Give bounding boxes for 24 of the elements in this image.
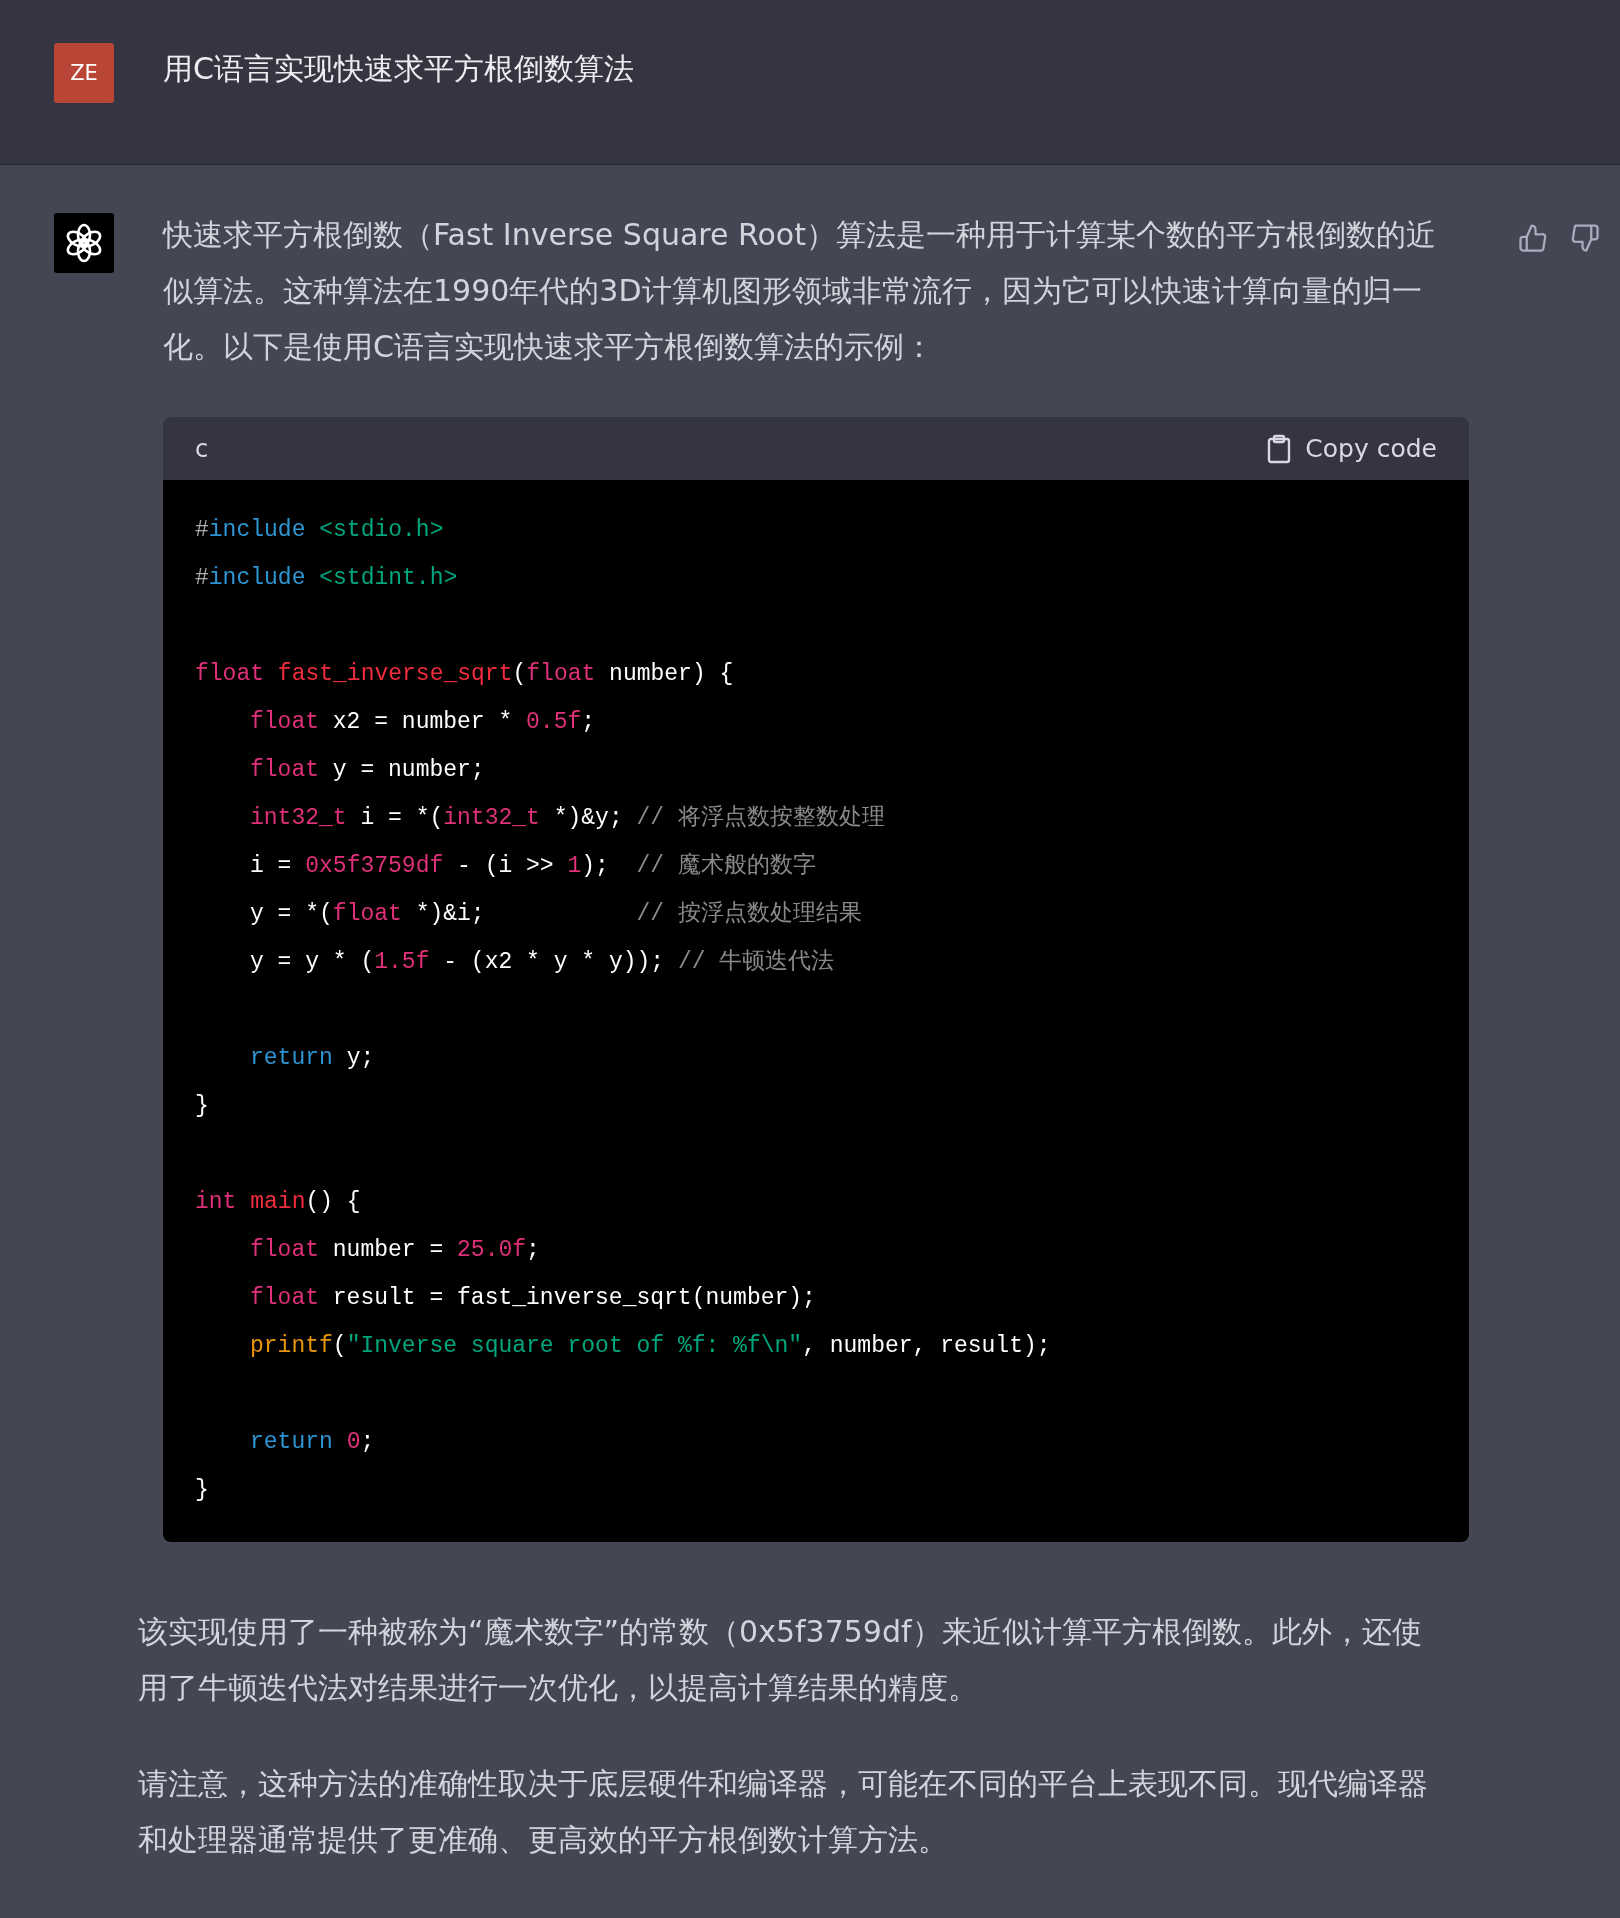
thumbs-down-icon[interactable] [1570,223,1600,253]
answer-paragraph: 请注意，这种方法的准确性取决于底层硬件和编译器，可能在不同的平台上表现不同。现代编译器和处理器通常提供了更准确、更高效的平方根倒数计算方法。 [138,1765,1429,1859]
code-line: float y = number; [250,756,486,785]
answer-paragraph: 快速求平方根倒数（Fast Inverse Square Root）算法是一种用于计算某个数的平方根倒数的近似算法。这种算法在1990年代的3D计算机图形领域非常流行，因为它可以快速计算向量的归一化。以下是使用C语言实现快速求平方根倒数算法的示例： [163,216,1437,366]
code-line: y = y * (1.5f - (x2 * y * y)); // 牛顿迭代法 [250,948,836,977]
code-line: #include <stdio.h> [195,516,445,545]
answer-paragraph: 该实现使用了一种被称为“魔术数字”的常数（0x5f3759df）来近似计算平方根倒数。此外，还使用了牛顿迭代法对结果进行一次优化，以提高计算结果的精度。 [138,1613,1423,1707]
question-text: 用C语言实现快速求平方根倒数算法 [163,50,634,88]
code-line: y = *(float *)&i; // 按浮点数处理结果 [250,900,863,929]
logo-icon [54,213,114,273]
code-line: int32_t i = *(int32_t *)&y; // 将浮点数按整数处理 [250,804,886,833]
code-line: float x2 = number * 0.5f; [250,708,597,737]
code-line: } [195,1092,210,1121]
code-line: float number = 25.0f; [250,1236,541,1265]
code-line: float result = fast_inverse_sqrt(number); [250,1284,817,1313]
clipboard-icon [1267,433,1292,464]
code-line: i = 0x5f3759df - (i >> 1); // 魔术般的数字 [250,851,817,881]
code-line: printf("Inverse square root of %f: %f\n", number, result); [250,1332,1052,1361]
copy-code-button[interactable]: Copy code [1267,433,1437,464]
thumbs-up-icon[interactable] [1518,223,1548,253]
code-language: c [195,434,209,463]
code-line: } [195,1476,210,1505]
code-line: #include <stdint.h> [195,564,459,593]
user-avatar: ZE [54,43,114,103]
